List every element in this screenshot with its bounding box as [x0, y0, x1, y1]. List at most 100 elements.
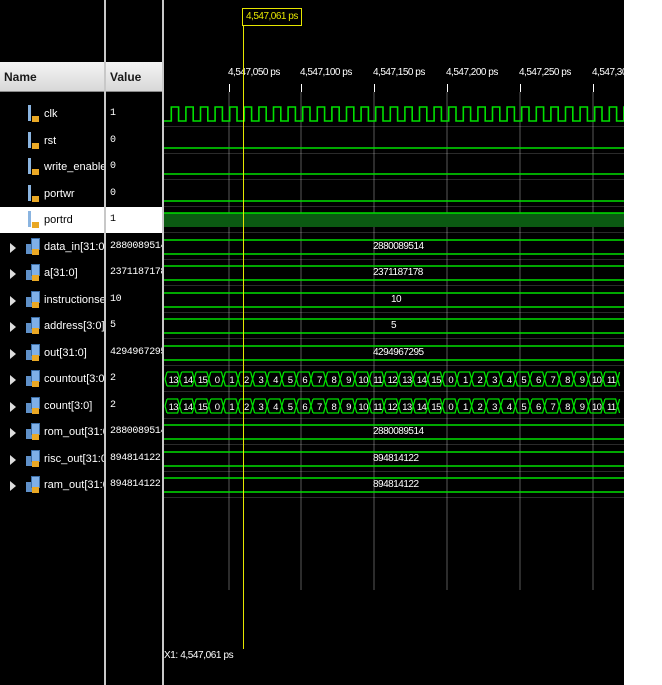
counter-value-label: 2: [244, 402, 249, 413]
counter-value-label: 1: [229, 375, 234, 386]
counter-value-label: 3: [492, 402, 497, 413]
expand-arrow-icon[interactable]: [10, 269, 16, 279]
counter-value-label: 7: [317, 375, 322, 386]
counter-value-label: 10: [592, 375, 602, 386]
signal-row-1[interactable]: rst: [0, 128, 104, 154]
counter-value-label: 0: [448, 402, 453, 413]
expand-arrow-icon[interactable]: [10, 243, 16, 253]
counter-value-label: 13: [402, 375, 412, 386]
counter-value-label: 11: [607, 402, 616, 413]
expand-arrow-icon[interactable]: [10, 402, 16, 412]
signal-bus-icon: [26, 264, 42, 282]
signal-bus-icon: [26, 291, 42, 309]
signal-value: 4294967295: [110, 347, 162, 358]
expand-arrow-icon[interactable]: [10, 375, 16, 385]
value-column-header[interactable]: Value: [106, 62, 162, 92]
signal-row-11[interactable]: count[3:0]: [0, 393, 104, 419]
counter-value-label: 3: [259, 402, 264, 413]
signal-value: 1: [110, 108, 116, 119]
cursor-time-marker[interactable]: 4,547,061 ps: [242, 8, 302, 26]
signal-row-0[interactable]: clk: [0, 101, 104, 127]
expand-arrow-icon[interactable]: [10, 481, 16, 491]
name-column-header[interactable]: Name: [0, 62, 104, 92]
counter-value-label: 4: [507, 402, 512, 413]
bus-value-label: 894814122: [373, 479, 419, 490]
signal-row-12[interactable]: rom_out[31:0]: [0, 419, 104, 445]
signal-bus-icon: [26, 317, 42, 335]
counter-value-label: 14: [417, 402, 427, 413]
bus-value-label: 2880089514: [373, 426, 424, 437]
counter-value-label: 11: [607, 375, 616, 386]
counter-value-label: 7: [551, 402, 556, 413]
counter-value-label: 15: [198, 402, 208, 413]
signal-row-4[interactable]: portrd: [0, 207, 104, 233]
signal-bus-icon: [26, 476, 42, 494]
counter-value-label: 13: [169, 402, 179, 413]
counter-value-label: 8: [565, 402, 570, 413]
bus-value-label: 10: [391, 294, 402, 305]
counter-value-label: 10: [592, 402, 602, 413]
signal-bus-icon: [26, 370, 42, 388]
counter-value-label: 1: [229, 402, 234, 413]
signal-row-2[interactable]: write_enable: [0, 154, 104, 180]
counter-value-label: 14: [183, 375, 193, 386]
signal-row-7[interactable]: instructionset[3: [0, 287, 104, 313]
counter-value-label: 6: [302, 402, 307, 413]
waveform-viewer: Name Value 4,547,050 ps 4,547,100 ps 4,547…: [0, 0, 627, 685]
counter-value-label: 4: [273, 375, 278, 386]
signal-row-8[interactable]: address[3:0]: [0, 313, 104, 339]
counter-value-label: 12: [388, 375, 398, 386]
counter-value-label: 11: [373, 375, 382, 386]
counter-value-label: 12: [388, 402, 398, 413]
signal-row-6[interactable]: a[31:0]: [0, 260, 104, 286]
counter-value-label: 0: [448, 375, 453, 386]
signal-name: out[31:0]: [44, 347, 87, 359]
cursor-line[interactable]: [243, 24, 244, 649]
signal-name: rst: [44, 135, 57, 147]
counter-value-label: 14: [417, 375, 427, 386]
expand-arrow-icon[interactable]: [10, 349, 16, 359]
signal-value: 2: [110, 400, 116, 411]
counter-value-label: 5: [288, 402, 293, 413]
counter-value-label: 9: [346, 402, 351, 413]
signal-name: rom_out[31:0]: [44, 426, 104, 438]
expand-arrow-icon[interactable]: [10, 428, 16, 438]
signal-name: portrd: [44, 214, 73, 226]
signal-name: portwr: [44, 188, 75, 200]
signal-row-13[interactable]: risc_out[31:0]: [0, 446, 104, 472]
signal-row-14[interactable]: ram_out[31:0]: [0, 472, 104, 498]
counter-value-label: 8: [332, 402, 337, 413]
counter-value-label: 5: [521, 375, 526, 386]
counter-value-label: 2: [478, 402, 483, 413]
signal-bus-icon: [26, 238, 42, 256]
signal-value: 2880089514: [110, 426, 162, 437]
expand-arrow-icon[interactable]: [10, 322, 16, 332]
signal-value: 894814122: [110, 453, 161, 464]
expand-arrow-icon[interactable]: [10, 296, 16, 306]
signal-name: clk: [44, 108, 58, 120]
counter-value-label: 4: [273, 402, 278, 413]
signal-row-3[interactable]: portwr: [0, 181, 104, 207]
signal-row-9[interactable]: out[31:0]: [0, 340, 104, 366]
expand-arrow-icon[interactable]: [10, 455, 16, 465]
counter-value-label: 6: [302, 375, 307, 386]
signal-bus-icon: [26, 423, 42, 441]
counter-value-label: 15: [431, 375, 441, 386]
counter-value-label: 1: [463, 402, 468, 413]
signal-row-5[interactable]: data_in[31:0]: [0, 234, 104, 260]
counter-value-label: 10: [358, 402, 368, 413]
signal-bit-icon: [26, 105, 42, 123]
signal-row-10[interactable]: countout[3:0]: [0, 366, 104, 392]
signal-name: count[3:0]: [44, 400, 93, 412]
counter-value-label: 3: [492, 375, 497, 386]
counter-value-label: 8: [565, 375, 570, 386]
signal-value: 2371187178: [110, 267, 162, 278]
counter-value-label: 9: [346, 375, 351, 386]
signal-bus-icon: [26, 344, 42, 362]
signal-name: address[3:0]: [44, 320, 104, 332]
counter-value-label: 6: [536, 375, 541, 386]
counter-value-label: 15: [198, 375, 208, 386]
counter-value-label: 6: [536, 402, 541, 413]
bus-value-label: 894814122: [373, 453, 419, 464]
bus-value-label: 2880089514: [373, 241, 424, 252]
